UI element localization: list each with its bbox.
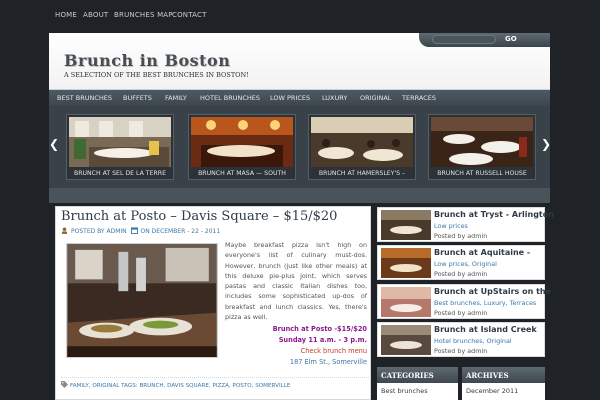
site-tagline: A SELECTION OF THE BEST BRUNCHES IN BOST… <box>64 71 249 79</box>
search-input[interactable] <box>432 35 496 44</box>
post-title[interactable]: Brunch at Posto – Davis Square – $15/$20 <box>61 209 337 224</box>
sidebar-post-author: Posted by admin <box>434 347 488 355</box>
slide-caption: BRUNCH AT HAMERSLEY'S – <box>318 170 406 177</box>
slide-image <box>69 117 171 167</box>
sidebar-post[interactable]: Brunch at Island Creek Hotel brunches, O… <box>377 322 545 357</box>
site-title[interactable]: Brunch in Boston <box>64 51 230 70</box>
post-author-link[interactable]: ADMIN <box>107 228 127 235</box>
category-family[interactable]: FAMILY <box>165 94 187 102</box>
post-excerpt: Maybe breakfast pizza isn't high on ever… <box>225 241 367 322</box>
sidebar-post-categories[interactable]: Low prices, Original <box>434 260 497 268</box>
archives-widget-first-item[interactable]: December 2011 <box>462 383 545 400</box>
sidebar-post-categories[interactable]: Best brunches, Luxury, Terraces <box>434 299 536 307</box>
slider-next-icon[interactable]: ❯ <box>541 137 551 151</box>
sidebar-post[interactable]: Brunch at UpStairs on the Best brunches,… <box>377 284 551 319</box>
slider-prev-icon[interactable]: ❮ <box>49 137 59 151</box>
top-nav: HOME ABOUT BRUNCHES MAP CONTACT <box>0 0 600 30</box>
slide-image <box>431 117 533 167</box>
slide-image <box>191 117 293 167</box>
search-go-button[interactable]: GO <box>505 35 517 43</box>
category-nav: BEST BRUNCHES BUFFETS FAMILY HOTEL BRUNC… <box>49 90 550 106</box>
category-low-prices[interactable]: LOW PRICES <box>270 94 310 102</box>
post-tags: FAMILY, ORIGINAL TAGS: BRUNCH, DAVIS SQU… <box>61 377 371 389</box>
calendar-icon <box>130 227 138 234</box>
sidebar-post-thumbnail <box>381 210 431 240</box>
slide-caption: BRUNCH AT RUSSELL HOUSE <box>437 170 527 177</box>
categories-widget-first-item[interactable]: Best brunches <box>377 383 458 400</box>
tag-icon <box>61 381 68 388</box>
top-nav-about[interactable]: ABOUT <box>83 11 108 19</box>
sidebar-post-title[interactable]: Brunch at Island Creek <box>434 325 537 334</box>
category-buffets[interactable]: BUFFETS <box>123 94 152 102</box>
sidebar-post-thumbnail <box>381 248 431 278</box>
user-icon <box>61 227 68 234</box>
category-terraces[interactable]: TERRACES <box>402 94 436 102</box>
slide[interactable]: BRUNCH AT HAMERSLEY'S – <box>308 114 416 180</box>
sidebar-post-title[interactable]: Brunch at UpStairs on the <box>434 287 551 296</box>
brunch-info-address: 187 Elm St., Somerville <box>289 358 367 366</box>
slide-image <box>311 117 413 167</box>
top-nav-brunches-map[interactable]: BRUNCHES MAP <box>114 11 173 19</box>
category-best-brunches[interactable]: BEST BRUNCHES <box>57 94 112 102</box>
post-meta: POSTED BY ADMIN ON DECEMBER - 22 - 2011 <box>61 227 220 235</box>
sidebar-post-categories[interactable]: Hotel brunches, Original <box>434 337 512 345</box>
slide[interactable]: BRUNCH AT SEL DE LA TERRE <box>66 114 174 180</box>
post-posted-by-label: POSTED BY <box>71 228 105 235</box>
top-nav-contact[interactable]: CONTACT <box>172 11 207 19</box>
sidebar-post[interactable]: Brunch at Tryst - Arlington Low prices P… <box>377 207 554 242</box>
sidebar-post-title[interactable]: Brunch at Tryst - Arlington <box>434 210 554 219</box>
sidebar-post-thumbnail <box>381 325 431 355</box>
slide-caption: BRUNCH AT SEL DE LA TERRE <box>73 170 167 177</box>
post-date: DECEMBER - 22 - 2011 <box>151 228 221 235</box>
slide[interactable]: BRUNCH AT RUSSELL HOUSE <box>428 114 536 180</box>
archives-widget-heading: ARCHIVES <box>462 367 545 383</box>
sidebar-post-author: Posted by admin <box>434 309 488 317</box>
brunch-info-title: Brunch at Posto -$15/$20 <box>272 325 367 333</box>
category-luxury[interactable]: LUXURY <box>322 94 347 102</box>
sidebar-post-author: Posted by admin <box>434 270 488 278</box>
categories-widget-heading: CATEGORIES <box>377 367 458 383</box>
brunch-menu-link[interactable]: Check brunch menu <box>225 346 367 357</box>
sidebar-post[interactable]: Brunch at Aquitaine - Low prices, Origin… <box>377 245 545 280</box>
sidebar-post-author: Posted by admin <box>434 232 488 240</box>
sidebar-post-title[interactable]: Brunch at Aquitaine - <box>434 248 530 257</box>
brunch-info-hours: Sunday 11 a.m. - 3 p.m. <box>278 336 367 344</box>
slide-caption: BRUNCH AT MASA — SOUTH <box>198 170 286 177</box>
post-brunch-info: Brunch at Posto -$15/$20 Sunday 11 a.m. … <box>225 324 367 368</box>
category-original[interactable]: ORIGINAL <box>360 94 391 102</box>
category-hotel-brunches[interactable]: HOTEL BRUNCHES <box>200 94 260 102</box>
slide[interactable]: BRUNCH AT MASA — SOUTH <box>188 114 296 180</box>
post-on-label: ON <box>140 228 150 235</box>
top-nav-home[interactable]: HOME <box>55 11 77 19</box>
post-image[interactable] <box>66 243 218 358</box>
slider-footer-bar <box>49 188 550 203</box>
post-tags-text[interactable]: FAMILY, ORIGINAL TAGS: BRUNCH, DAVIS SQU… <box>70 383 290 389</box>
sidebar-post-categories[interactable]: Low prices <box>434 222 468 230</box>
sidebar-post-thumbnail <box>381 287 431 317</box>
